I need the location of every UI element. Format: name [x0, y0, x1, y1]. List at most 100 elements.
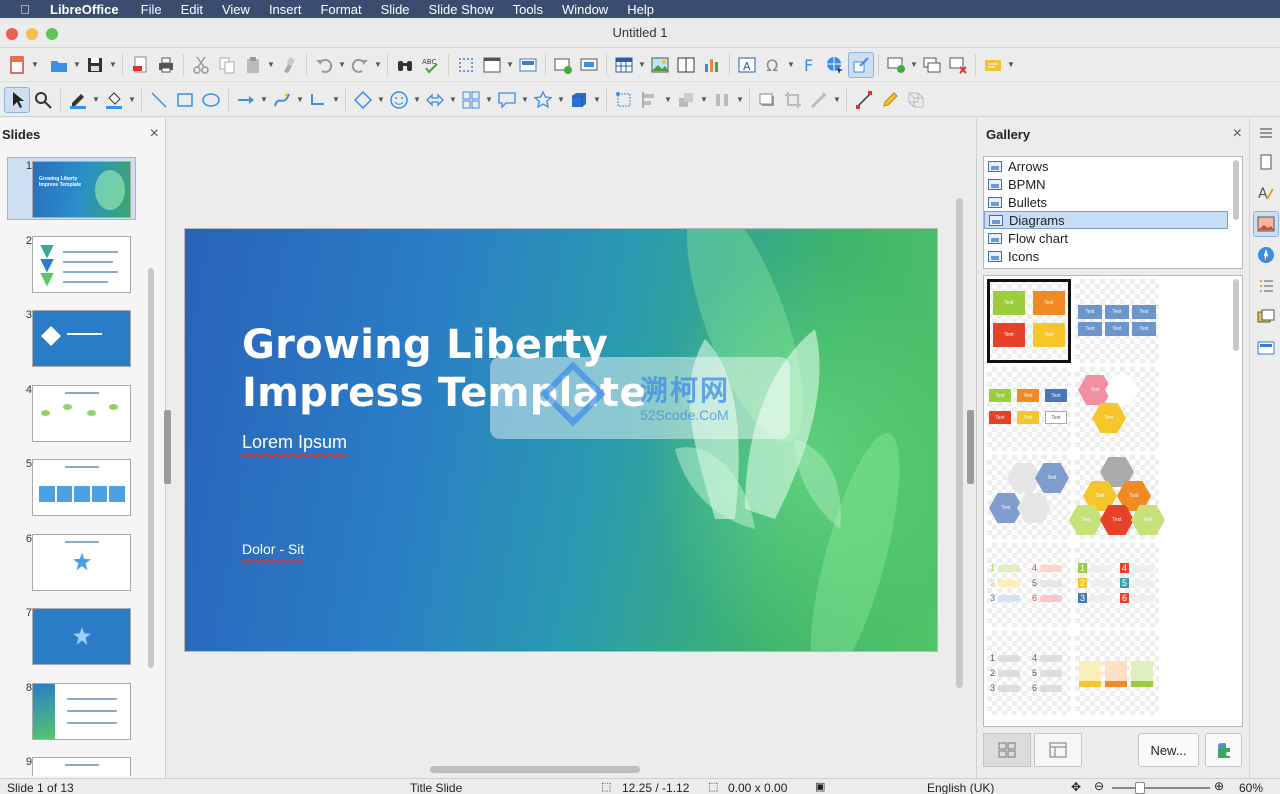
menu-view[interactable]: View [222, 2, 250, 17]
ellipse-tool-icon[interactable] [198, 87, 224, 113]
flowchart-dropdown-icon[interactable]: ▼ [484, 87, 494, 113]
print-icon[interactable] [153, 52, 179, 78]
master-slide-icon[interactable] [515, 52, 541, 78]
menu-slide-show[interactable]: Slide Show [429, 2, 494, 17]
3d-objects-dropdown-icon[interactable]: ▼ [592, 87, 602, 113]
slide-footer-text[interactable]: Dolor - Sit [242, 541, 304, 557]
slide-show-icon[interactable] [576, 52, 602, 78]
comment-dropdown-icon[interactable]: ▼ [909, 52, 919, 78]
menu-file[interactable]: File [141, 2, 162, 17]
shadow-icon[interactable] [754, 87, 780, 113]
annotations-icon[interactable] [980, 52, 1006, 78]
paste-dropdown-icon[interactable]: ▼ [266, 52, 276, 78]
gallery-item-color-hexagons[interactable]: Text Text Text Text Text [1069, 455, 1165, 539]
distribute-icon[interactable] [709, 87, 735, 113]
show-comments-icon[interactable] [919, 52, 945, 78]
theme-item-bullets[interactable]: Bullets [984, 193, 1242, 211]
detailed-view-button[interactable] [1034, 733, 1082, 767]
line-tool-icon[interactable] [146, 87, 172, 113]
vertical-scrollbar[interactable] [956, 198, 963, 688]
block-arrows-dropdown-icon[interactable]: ▼ [448, 87, 458, 113]
menu-help[interactable]: Help [627, 2, 654, 17]
arrow-line-icon[interactable] [233, 87, 259, 113]
export-pdf-icon[interactable] [127, 52, 153, 78]
connector-tool-icon[interactable] [305, 87, 331, 113]
new-slide-icon[interactable] [550, 52, 576, 78]
app-menu[interactable]: LibreOffice [50, 2, 119, 17]
slide-canvas[interactable]: Growing Liberty Impress Template Lorem I… [184, 228, 938, 652]
cut-icon[interactable] [188, 52, 214, 78]
save-icon[interactable] [82, 52, 108, 78]
new-dropdown-icon[interactable]: ▼ [30, 52, 40, 78]
annotations-dropdown-icon[interactable]: ▼ [1006, 52, 1016, 78]
basic-shapes-icon[interactable] [350, 87, 376, 113]
slide-subtitle[interactable]: Lorem Ipsum [242, 432, 347, 453]
language-status[interactable]: English (UK) [927, 781, 994, 794]
zoom-slider[interactable] [1112, 787, 1210, 789]
new-document-icon[interactable] [4, 52, 30, 78]
callout-dropdown-icon[interactable]: ▼ [520, 87, 530, 113]
save-dropdown-icon[interactable]: ▼ [108, 52, 118, 78]
open-dropdown-icon[interactable]: ▼ [72, 52, 82, 78]
collapse-slides-pane-handle[interactable] [164, 410, 171, 484]
properties-icon[interactable] [1253, 149, 1279, 175]
connector-dropdown-icon[interactable]: ▼ [331, 87, 341, 113]
horizontal-scrollbar[interactable] [430, 766, 640, 773]
menu-window[interactable]: Window [562, 2, 608, 17]
theme-item-diagrams[interactable]: Diagrams [984, 211, 1228, 229]
stars-dropdown-icon[interactable]: ▼ [556, 87, 566, 113]
insert-chart-icon[interactable] [699, 52, 725, 78]
icon-view-button[interactable] [983, 733, 1031, 767]
zoom-slider-handle[interactable] [1135, 782, 1145, 794]
insert-image-icon[interactable] [647, 52, 673, 78]
3d-objects-icon[interactable] [566, 87, 592, 113]
collapse-sidebar-handle[interactable] [967, 410, 974, 484]
slide-thumbnail-1[interactable]: 1 Growing Liberty Impress Template [0, 156, 146, 231]
crop-icon[interactable] [780, 87, 806, 113]
delete-comment-icon[interactable] [945, 52, 971, 78]
zoom-out-icon[interactable]: ⊖ [1094, 779, 1104, 793]
filter-icon[interactable] [806, 87, 832, 113]
basic-shapes-dropdown-icon[interactable]: ▼ [376, 87, 386, 113]
gallery-item-numbered-list-colored[interactable]: 1 2 3 4 5 6 [987, 543, 1071, 627]
align-objects-icon[interactable] [637, 87, 663, 113]
show-draw-functions-icon[interactable] [848, 51, 874, 78]
slide-thumbnail-2[interactable]: 2 [0, 231, 146, 306]
styles-icon[interactable]: A [1253, 180, 1279, 206]
slide-thumbnail-5[interactable]: 5 [0, 454, 146, 529]
find-replace-icon[interactable] [392, 52, 418, 78]
curve-dropdown-icon[interactable]: ▼ [295, 87, 305, 113]
toggle-extrusion-icon[interactable] [903, 87, 929, 113]
symbol-shapes-dropdown-icon[interactable]: ▼ [412, 87, 422, 113]
spelling-icon[interactable]: ABC [418, 52, 444, 78]
zoom-in-icon[interactable]: ⊕ [1214, 779, 1224, 793]
slide-thumbnail-6[interactable]: 6 [0, 529, 146, 604]
get-extensions-button[interactable] [1205, 733, 1242, 767]
display-grid-icon[interactable] [453, 52, 479, 78]
gallery-items-scrollbar[interactable] [1233, 279, 1239, 351]
filter-dropdown-icon[interactable]: ▼ [832, 87, 842, 113]
display-views-dropdown-icon[interactable]: ▼ [505, 52, 515, 78]
close-icon[interactable]: × [150, 125, 159, 143]
display-views-icon[interactable] [479, 52, 505, 78]
paste-icon[interactable] [240, 52, 266, 78]
insert-media-icon[interactable] [673, 52, 699, 78]
gallery-item-colored-boxes[interactable]: Text Text Text Text [987, 279, 1071, 363]
slide-thumbnail-3[interactable]: 3 [0, 305, 146, 380]
sidebar-menu-icon[interactable] [1253, 120, 1279, 146]
gallery-item-numbered-list-gray[interactable]: 1 2 3 4 5 6 [987, 631, 1071, 715]
insert-table-dropdown-icon[interactable]: ▼ [637, 52, 647, 78]
open-folder-icon[interactable] [46, 52, 72, 78]
copy-icon[interactable] [214, 52, 240, 78]
fill-color-icon[interactable] [101, 87, 127, 113]
rotate-icon[interactable] [611, 87, 637, 113]
gallery-item-blue-grid[interactable]: Text Text Text Text Text Text [1075, 279, 1159, 363]
line-color-dropdown-icon[interactable]: ▼ [91, 87, 101, 113]
zoom-level[interactable]: 60% [1239, 781, 1263, 794]
distribute-dropdown-icon[interactable]: ▼ [735, 87, 745, 113]
zoom-pan-icon[interactable] [30, 87, 56, 113]
hyperlink-icon[interactable] [822, 52, 848, 78]
insert-comment-icon[interactable] [883, 52, 909, 78]
arrow-line-dropdown-icon[interactable]: ▼ [259, 87, 269, 113]
new-theme-button[interactable]: New... [1138, 733, 1199, 767]
